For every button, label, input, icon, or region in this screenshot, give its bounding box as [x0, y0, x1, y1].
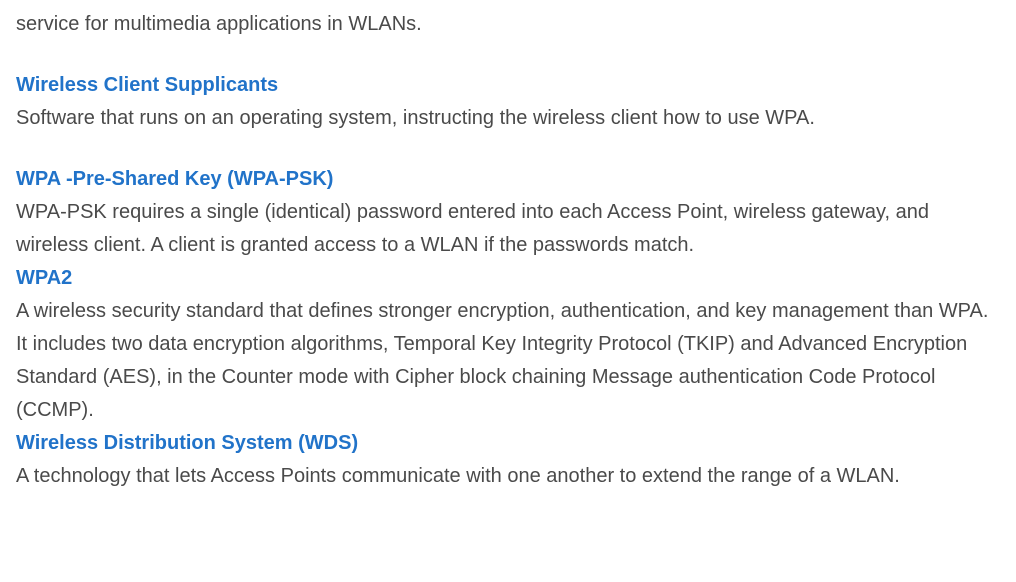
term-heading-wpa2: WPA2 — [16, 262, 1000, 295]
term-heading-wireless-client-supplicants: Wireless Client Supplicants — [16, 69, 1000, 102]
term-heading-wds: Wireless Distribution System (WDS) — [16, 427, 1000, 460]
spacer — [16, 135, 1000, 163]
term-heading-wpa-psk: WPA -Pre-Shared Key (WPA-PSK) — [16, 163, 1000, 196]
definition-wireless-client-supplicants: Software that runs on an operating syste… — [16, 102, 1000, 135]
partial-definition-top: service for multimedia applications in W… — [16, 8, 1000, 41]
spacer — [16, 41, 1000, 69]
definition-wpa-psk: WPA-PSK requires a single (identical) pa… — [16, 196, 1000, 262]
glossary-content: service for multimedia applications in W… — [16, 8, 1000, 493]
definition-wpa2: A wireless security standard that define… — [16, 295, 1000, 427]
definition-wds: A technology that lets Access Points com… — [16, 460, 1000, 493]
